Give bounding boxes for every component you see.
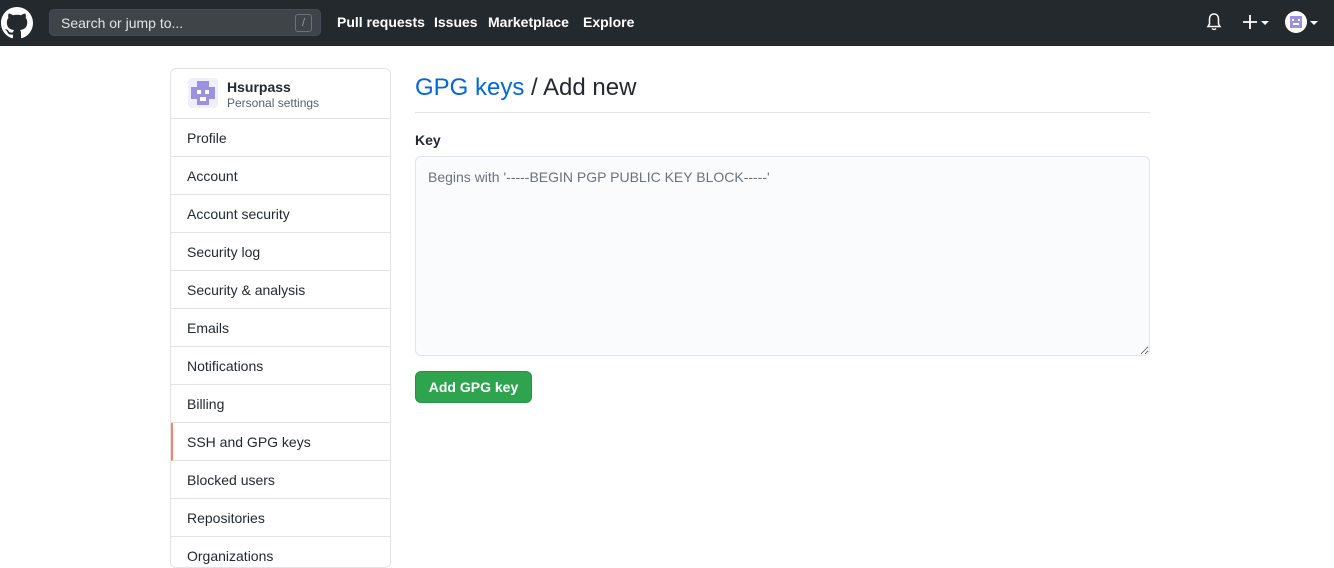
- avatar: [188, 78, 218, 108]
- nav-explore[interactable]: Explore: [583, 14, 634, 30]
- avatar: [1285, 11, 1307, 33]
- sidebar-item-profile[interactable]: Profile: [171, 119, 390, 157]
- sidebar-profile-header[interactable]: Hsurpass Personal settings: [171, 69, 390, 119]
- sidebar-item-repositories[interactable]: Repositories: [171, 499, 390, 537]
- sidebar-item-emails[interactable]: Emails: [171, 309, 390, 347]
- sidebar-subtitle: Personal settings: [227, 96, 320, 110]
- title-divider: [415, 112, 1150, 113]
- chevron-down-icon: [1261, 21, 1269, 25]
- user-menu-dropdown[interactable]: [1285, 11, 1321, 35]
- github-logo-icon[interactable]: [1, 7, 33, 39]
- search-box[interactable]: Search or jump to... /: [49, 9, 321, 36]
- chevron-down-icon: [1310, 21, 1318, 25]
- sidebar-username[interactable]: Hsurpass: [227, 79, 291, 95]
- sidebar-item-notifications[interactable]: Notifications: [171, 347, 390, 385]
- slash-shortcut-hint: /: [295, 14, 312, 32]
- add-gpg-key-button[interactable]: Add GPG key: [415, 371, 532, 403]
- sidebar-item-account[interactable]: Account: [171, 157, 390, 195]
- sidebar-item-security-analysis[interactable]: Security & analysis: [171, 271, 390, 309]
- notifications-bell-icon[interactable]: [1206, 12, 1222, 32]
- nav-issues[interactable]: Issues: [434, 14, 478, 30]
- top-header: Search or jump to... / Pull requests Iss…: [0, 0, 1334, 46]
- breadcrumb-current: Add new: [543, 74, 637, 101]
- gpg-key-textarea[interactable]: [415, 156, 1150, 356]
- sidebar-item-billing[interactable]: Billing: [171, 385, 390, 423]
- sidebar-item-organizations[interactable]: Organizations: [171, 537, 390, 567]
- key-field-label: Key: [415, 132, 441, 148]
- sidebar-item-account-security[interactable]: Account security: [171, 195, 390, 233]
- plus-icon: [1243, 15, 1257, 29]
- nav-pull-requests[interactable]: Pull requests: [337, 14, 425, 30]
- create-new-dropdown[interactable]: [1242, 11, 1272, 33]
- settings-sidebar: Hsurpass Personal settings Profile Accou…: [170, 68, 391, 568]
- search-input[interactable]: Search or jump to...: [61, 15, 183, 31]
- page-title: GPG keys / Add new: [415, 74, 636, 102]
- breadcrumb-separator: /: [531, 74, 538, 101]
- nav-marketplace[interactable]: Marketplace: [488, 14, 569, 30]
- sidebar-item-security-log[interactable]: Security log: [171, 233, 390, 271]
- sidebar-item-ssh-gpg-keys[interactable]: SSH and GPG keys: [171, 423, 390, 461]
- sidebar-item-blocked-users[interactable]: Blocked users: [171, 461, 390, 499]
- breadcrumb-gpg-keys-link[interactable]: GPG keys: [415, 74, 524, 101]
